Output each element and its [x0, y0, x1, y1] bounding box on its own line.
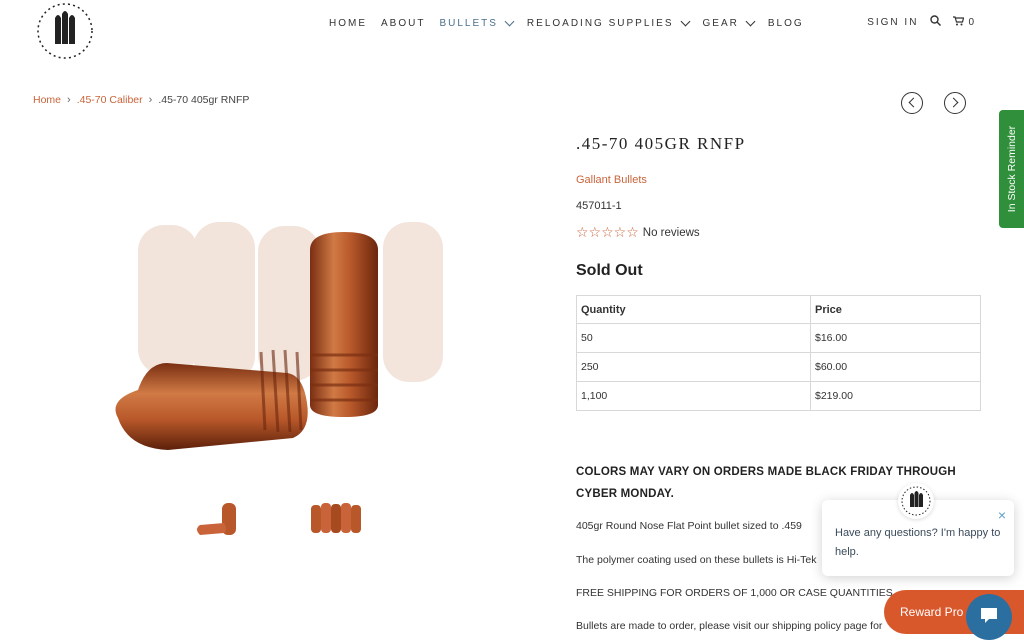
nav-bullets[interactable]: BULLETS	[439, 15, 515, 31]
product-thumbnail[interactable]	[190, 495, 250, 545]
breadcrumb-category[interactable]: .45-70 Caliber	[77, 94, 143, 106]
nav-home-label: HOME	[329, 17, 367, 29]
nav-reloading-supplies[interactable]: RELOADING SUPPLIES	[526, 15, 690, 31]
cart-count: 0	[968, 16, 974, 28]
main-nav: HOME ABOUT BULLETS RELOADING SUPPLIES GE…	[329, 15, 818, 31]
quantity-cell: 1,100	[576, 381, 811, 411]
close-icon[interactable]: ×	[998, 507, 1006, 523]
nav-about-label: ABOUT	[381, 17, 426, 29]
nav-about[interactable]: ABOUT	[381, 15, 425, 31]
thumbnail-list	[190, 495, 365, 545]
pricing-table: Quantity Price 50 $16.00 250 $60.00 1,10…	[576, 295, 981, 411]
product-title: .45-70 405GR RNFP	[576, 134, 746, 153]
reward-label: Reward Pro	[900, 605, 964, 619]
description-line: Bullets are made to order, please visit …	[576, 620, 883, 632]
table-header-quantity: Quantity	[576, 295, 811, 324]
star-rating-icon: ☆☆☆☆☆	[576, 224, 639, 240]
stock-status: Sold Out	[576, 262, 643, 279]
breadcrumb: Home › .45-70 Caliber › .45-70 405gr RNF…	[33, 94, 249, 106]
nav-gear[interactable]: GEAR	[702, 15, 756, 31]
chevron-left-icon	[908, 97, 919, 108]
breadcrumb-separator: ›	[148, 94, 153, 106]
nav-reloading-label: RELOADING SUPPLIES	[526, 17, 674, 29]
sign-in-link[interactable]: SIGN IN	[867, 17, 918, 28]
breadcrumb-separator: ›	[67, 94, 71, 106]
chat-icon	[979, 605, 999, 630]
table-header-price: Price	[810, 295, 981, 324]
nav-blog[interactable]: BLOG	[768, 15, 804, 31]
logo[interactable]	[33, 0, 97, 62]
product-brand-link[interactable]: Gallant Bullets	[576, 174, 647, 186]
price-cell: $60.00	[810, 352, 981, 382]
previous-product-button[interactable]	[901, 92, 923, 114]
nav-home[interactable]: HOME	[329, 15, 367, 31]
reviews-label: No reviews	[642, 226, 700, 239]
next-product-button[interactable]	[944, 92, 966, 114]
product-sku: 457011-1	[576, 200, 622, 212]
chevron-down-icon	[745, 16, 756, 26]
search-icon[interactable]	[930, 15, 942, 29]
header-actions: SIGN IN 0	[867, 15, 974, 29]
nav-bullets-label: BULLETS	[439, 17, 498, 29]
description-line: FREE SHIPPING FOR ORDERS OF 1,000 OR CAS…	[576, 587, 893, 599]
cart-button[interactable]: 0	[953, 15, 974, 29]
in-stock-reminder-label: In Stock Reminder	[1005, 125, 1018, 213]
table-row: 50 $16.00	[576, 323, 981, 353]
price-cell: $16.00	[810, 323, 981, 353]
chevron-down-icon	[504, 16, 515, 26]
table-header-row: Quantity Price	[576, 295, 981, 324]
product-reviews[interactable]: ☆☆☆☆☆ No reviews	[576, 224, 700, 241]
product-thumbnail[interactable]	[305, 495, 365, 545]
chat-avatar	[898, 483, 934, 519]
nav-gear-label: GEAR	[702, 17, 739, 29]
table-row: 250 $60.00	[576, 352, 981, 382]
chevron-down-icon	[680, 16, 690, 26]
chat-message: Have any questions? I'm happy to help.	[835, 527, 1001, 558]
cart-icon	[953, 15, 965, 29]
in-stock-reminder-tab[interactable]: In Stock Reminder	[999, 110, 1024, 228]
description-line: The polymer coating used on these bullet…	[576, 554, 817, 566]
chat-launcher-button[interactable]	[966, 594, 1012, 640]
chevron-right-icon	[948, 97, 959, 108]
nav-blog-label: BLOG	[767, 17, 804, 29]
quantity-cell: 250	[576, 352, 811, 382]
table-row: 1,100 $219.00	[576, 381, 981, 411]
description-line: 405gr Round Nose Flat Point bullet sized…	[576, 520, 802, 532]
breadcrumb-current: .45-70 405gr RNFP	[158, 94, 250, 106]
breadcrumb-home[interactable]: Home	[33, 94, 61, 106]
product-main-image[interactable]	[33, 130, 558, 475]
price-cell: $219.00	[810, 381, 981, 411]
quantity-cell: 50	[576, 323, 811, 353]
